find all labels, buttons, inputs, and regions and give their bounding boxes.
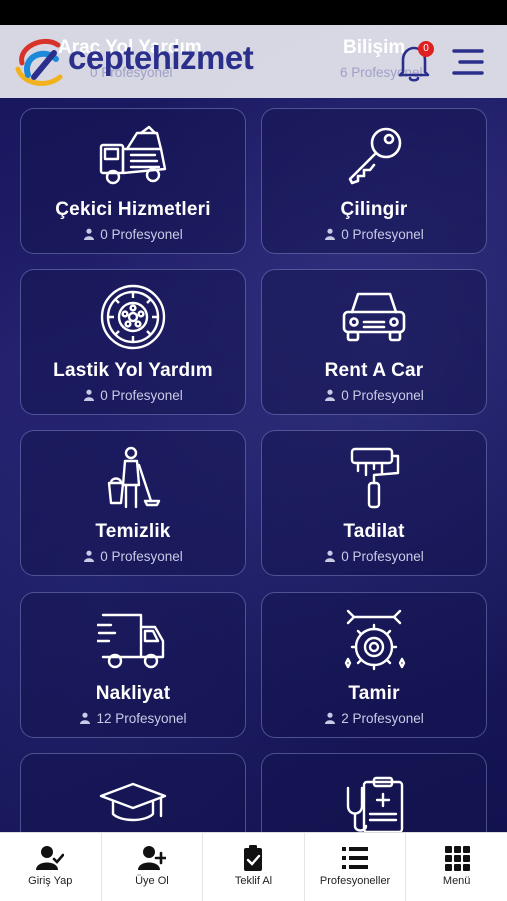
logo-text: ceptehizmet [68, 39, 254, 76]
hamburger-menu-icon[interactable] [452, 47, 484, 77]
category-title: Tamir [348, 683, 400, 704]
category-card-lastik[interactable]: Lastik Yol Yardım 0 Profesyonel [20, 269, 246, 415]
tab-giris-yap[interactable]: Giriş Yap [0, 833, 102, 901]
category-title: Temizlik [95, 521, 171, 542]
user-icon [325, 228, 336, 240]
category-pro-count: 0 Profesyonel [21, 388, 245, 403]
truck-icon [95, 607, 169, 673]
paint-roller-icon [338, 445, 410, 511]
category-title: Rent A Car [324, 360, 424, 381]
category-card-rentacar[interactable]: Rent A Car 0 Profesyonel [261, 269, 487, 415]
tab-label: Giriş Yap [28, 875, 73, 887]
tow-truck-icon [97, 123, 169, 189]
notification-badge: 0 [418, 41, 434, 57]
category-card-temizlik[interactable]: Temizlik 0 Profesyonel [20, 430, 246, 576]
category-pro-count: 12 Profesyonel [21, 711, 245, 726]
user-plus-icon [137, 846, 166, 870]
category-title: Çekici Hizmetleri [55, 199, 211, 220]
category-pro-count: 0 Profesyonel [21, 549, 245, 564]
category-pro-count: 0 Profesyonel [21, 227, 245, 242]
tab-label: Üye Ol [135, 875, 169, 887]
user-icon [84, 550, 95, 562]
car-icon [338, 284, 410, 350]
user-icon [325, 389, 336, 401]
tab-menu[interactable]: Menü [406, 833, 507, 901]
user-icon [84, 389, 95, 401]
tab-label: Menü [442, 875, 471, 887]
gear-wrench-icon [338, 607, 410, 673]
stethoscope-icon [338, 768, 410, 834]
category-pro-count: 0 Profesyonel [262, 549, 486, 564]
tab-label: Profesyoneller [319, 875, 391, 887]
category-pro-count: 0 Profesyonel [262, 388, 486, 403]
bottom-tab-bar: Giriş Yap Üye Ol Teklif Al Profesyonelle… [0, 832, 507, 901]
tab-uye-ol[interactable]: Üye Ol [102, 833, 204, 901]
tire-icon [97, 284, 169, 350]
category-title: Çilingir [340, 199, 408, 220]
graduation-cap-icon [97, 768, 169, 834]
tab-teklif-al[interactable]: Teklif Al [203, 833, 305, 901]
category-card-tadilat[interactable]: Tadilat 0 Profesyonel [261, 430, 487, 576]
category-card-cilingir[interactable]: Çilingir 0 Profesyonel [261, 108, 487, 254]
clipboard-check-icon [244, 845, 263, 871]
category-title: Lastik Yol Yardım [53, 360, 213, 381]
grid-icon [444, 846, 470, 871]
brand-logo[interactable]: ceptehizmet [14, 37, 314, 87]
tab-label: Teklif Al [234, 875, 273, 887]
category-title: Nakliyat [95, 683, 171, 704]
category-card-nakliyat[interactable]: Nakliyat 12 Profesyonel [20, 592, 246, 738]
logo-mark-icon [15, 38, 63, 86]
user-check-icon [36, 846, 65, 870]
partial-card-title: Bilişim [343, 37, 406, 58]
status-bar [0, 0, 507, 25]
user-icon [84, 228, 95, 240]
top-header: Araç Yol Yardım 0 Profesyonel Bilişim 6 … [0, 25, 507, 98]
cleaner-icon [97, 445, 169, 511]
category-title: Tadilat [343, 521, 405, 542]
user-icon [325, 550, 336, 562]
tab-profesyoneller[interactable]: Profesyoneller [305, 833, 407, 901]
category-grid: Çekici Hizmetleri 0 Profesyonel Çilingir… [0, 25, 507, 899]
category-pro-count: 0 Profesyonel [262, 227, 486, 242]
list-icon [342, 847, 369, 869]
category-card-tamir[interactable]: Tamir 2 Profesyonel [261, 592, 487, 738]
key-icon [338, 123, 410, 189]
user-icon [80, 712, 91, 724]
category-pro-count: 2 Profesyonel [262, 711, 486, 726]
user-icon [325, 712, 336, 724]
category-card-cekici[interactable]: Çekici Hizmetleri 0 Profesyonel [20, 108, 246, 254]
